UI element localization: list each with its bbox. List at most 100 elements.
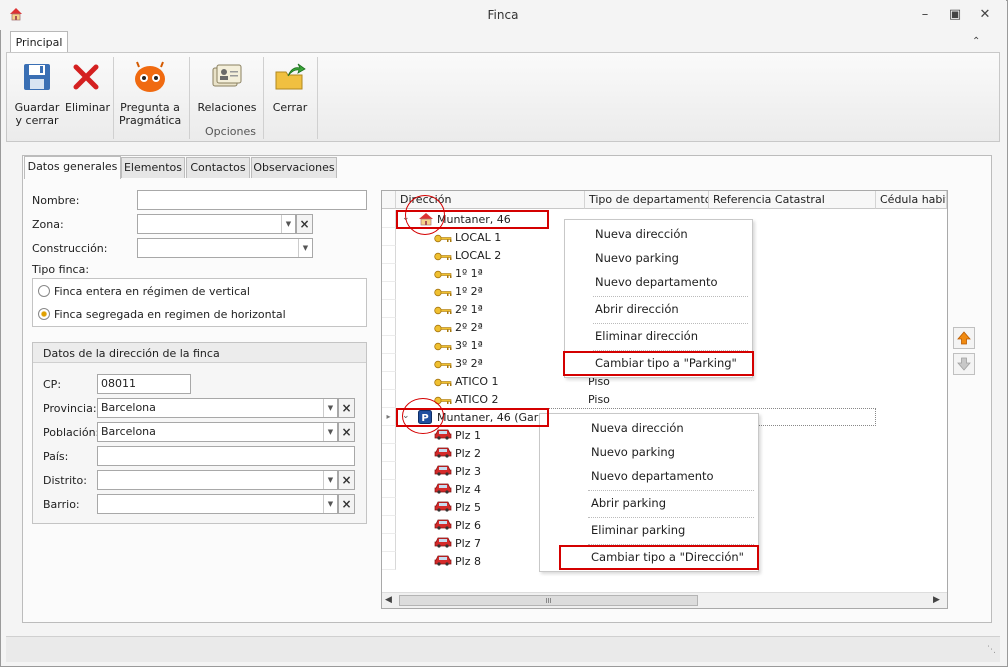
nombre-label: Nombre: — [32, 194, 80, 207]
car-icon — [434, 482, 452, 497]
close-button[interactable]: Cerrar — [269, 59, 311, 114]
horizontal-scrollbar[interactable]: ◀ III ▶ — [382, 592, 947, 608]
minimize-button[interactable]: – — [913, 6, 937, 24]
tab-contactos[interactable]: Contactos — [186, 157, 250, 178]
zona-select[interactable]: ▼ — [137, 214, 296, 234]
row-indicator-cell[interactable] — [382, 300, 396, 318]
move-up-button[interactable] — [953, 327, 975, 349]
chevron-down-icon[interactable]: ▼ — [323, 399, 337, 417]
key-icon — [434, 251, 452, 264]
nombre-input[interactable] — [137, 190, 367, 210]
row-indicator-cell[interactable] — [382, 426, 396, 444]
ask-pragmatica-button[interactable]: Pregunta a Pragmática — [119, 59, 181, 127]
poblacion-select[interactable]: Barcelona ▼ — [97, 422, 338, 442]
row-indicator-cell[interactable] — [382, 372, 396, 390]
title-bar: Finca – ▣ ✕ — [0, 0, 1006, 30]
row-indicator-cell[interactable] — [382, 282, 396, 300]
scrollbar-thumb[interactable]: III — [399, 595, 698, 606]
tree-row-name: 2º 2ª — [455, 321, 483, 334]
tree-row-name: 1º 2ª — [455, 285, 483, 298]
provincia-select[interactable]: Barcelona ▼ — [97, 398, 338, 418]
key-icon — [434, 359, 452, 372]
menu-item-nueva-direccion[interactable]: Nueva dirección — [595, 227, 688, 241]
distrito-clear-button[interactable]: × — [338, 470, 355, 490]
tab-elementos[interactable]: Elementos — [121, 157, 185, 178]
move-down-button[interactable] — [953, 353, 975, 375]
menu-item-nuevo-parking[interactable]: Nuevo parking — [595, 251, 679, 265]
row-indicator-cell[interactable] — [382, 480, 396, 498]
status-bar: ⋱ — [6, 636, 1000, 662]
radio-horizontal[interactable] — [38, 308, 50, 320]
row-indicator-cell[interactable] — [382, 336, 396, 354]
row-indicator-cell[interactable] — [382, 390, 396, 408]
pais-input[interactable] — [97, 446, 355, 466]
zona-clear-button[interactable]: × — [296, 214, 313, 234]
tree-row[interactable]: ATICO 2 Piso — [382, 390, 947, 408]
tab-observaciones[interactable]: Observaciones — [251, 157, 337, 178]
menu-item-abrir-direccion[interactable]: Abrir dirección — [595, 302, 679, 316]
menu-item-eliminar-direccion[interactable]: Eliminar dirección — [595, 329, 698, 343]
robot-face-icon — [132, 59, 168, 95]
delete-button[interactable]: Eliminar — [65, 59, 110, 114]
ribbon-separator — [263, 57, 264, 139]
row-indicator-cell[interactable] — [382, 444, 396, 462]
menu-item-abrir-parking[interactable]: Abrir parking — [591, 496, 666, 510]
tab-datos-generales[interactable]: Datos generales — [24, 156, 121, 179]
car-icon — [434, 428, 452, 443]
tree-row-name: Plz 2 — [455, 447, 481, 460]
chevron-down-icon[interactable]: ▼ — [298, 239, 312, 257]
row-indicator-cell[interactable] — [382, 534, 396, 552]
row-indicator-cell[interactable] — [382, 498, 396, 516]
window-title: Finca — [487, 8, 519, 22]
tab-principal[interactable]: Principal — [10, 31, 68, 53]
provincia-label: Provincia: — [43, 402, 97, 415]
row-indicator-cell[interactable] — [382, 264, 396, 282]
row-indicator-cell[interactable] — [382, 354, 396, 372]
chevron-down-icon[interactable]: ▼ — [281, 215, 295, 233]
row-indicator-cell[interactable] — [382, 246, 396, 264]
construccion-select[interactable]: ▼ — [137, 238, 313, 258]
chevron-down-icon[interactable]: ▼ — [323, 471, 337, 489]
key-icon — [434, 233, 452, 246]
distrito-select[interactable]: ▼ — [97, 470, 338, 490]
scrollbar-grip: III — [545, 597, 552, 605]
poblacion-clear-button[interactable]: × — [338, 422, 355, 442]
save-close-button[interactable]: Guardar y cerrar — [13, 59, 61, 127]
barrio-select[interactable]: ▼ — [97, 494, 338, 514]
highlight-circle-muntaner — [405, 195, 445, 235]
cp-input[interactable]: 08011 — [97, 374, 191, 394]
row-indicator-cell[interactable]: ▸ — [382, 408, 396, 426]
row-indicator-cell[interactable] — [382, 462, 396, 480]
menu-item-eliminar-parking[interactable]: Eliminar parking — [591, 523, 685, 537]
radio-vertical[interactable] — [38, 285, 50, 297]
highlight-box-cambiar-parking — [563, 351, 754, 376]
menu-item-nuevo-parking[interactable]: Nuevo parking — [591, 445, 675, 459]
barrio-clear-button[interactable]: × — [338, 494, 355, 514]
menu-item-nueva-direccion[interactable]: Nueva dirección — [591, 421, 684, 435]
construccion-label: Construcción: — [32, 242, 108, 255]
row-indicator-cell[interactable] — [382, 228, 396, 246]
maximize-button[interactable]: ▣ — [943, 6, 967, 24]
column-header-referencia[interactable]: Referencia Catastral — [709, 191, 876, 209]
row-indicator-cell[interactable] — [382, 552, 396, 570]
row-indicator-cell[interactable] — [382, 516, 396, 534]
collapse-ribbon-icon[interactable]: ⌃ — [972, 36, 980, 47]
chevron-down-icon[interactable]: ▼ — [323, 495, 337, 513]
row-indicator-cell[interactable] — [382, 318, 396, 336]
close-window-button[interactable]: ✕ — [973, 6, 997, 24]
row-indicator-cell[interactable] — [382, 210, 396, 228]
column-header-cedula[interactable]: Cédula habital — [876, 191, 947, 209]
relations-button[interactable]: Relaciones — [195, 59, 259, 114]
resize-grip-icon[interactable]: ⋱ — [987, 645, 996, 655]
provincia-clear-button[interactable]: × — [338, 398, 355, 418]
menu-item-nuevo-departamento[interactable]: Nuevo departamento — [591, 469, 714, 483]
radio-horizontal-label[interactable]: Finca segregada en regimen de horizontal — [54, 308, 286, 321]
radio-vertical-label[interactable]: Finca entera en régimen de vertical — [54, 285, 250, 298]
menu-item-nuevo-departamento[interactable]: Nuevo departamento — [595, 275, 718, 289]
provincia-value: Barcelona — [101, 401, 156, 414]
chevron-down-icon[interactable]: ▼ — [323, 423, 337, 441]
scroll-left-icon[interactable]: ◀ — [385, 595, 392, 605]
scroll-right-icon[interactable]: ▶ — [933, 595, 940, 605]
column-header-tipo[interactable]: Tipo de departamento — [585, 191, 709, 209]
car-icon — [434, 518, 452, 533]
